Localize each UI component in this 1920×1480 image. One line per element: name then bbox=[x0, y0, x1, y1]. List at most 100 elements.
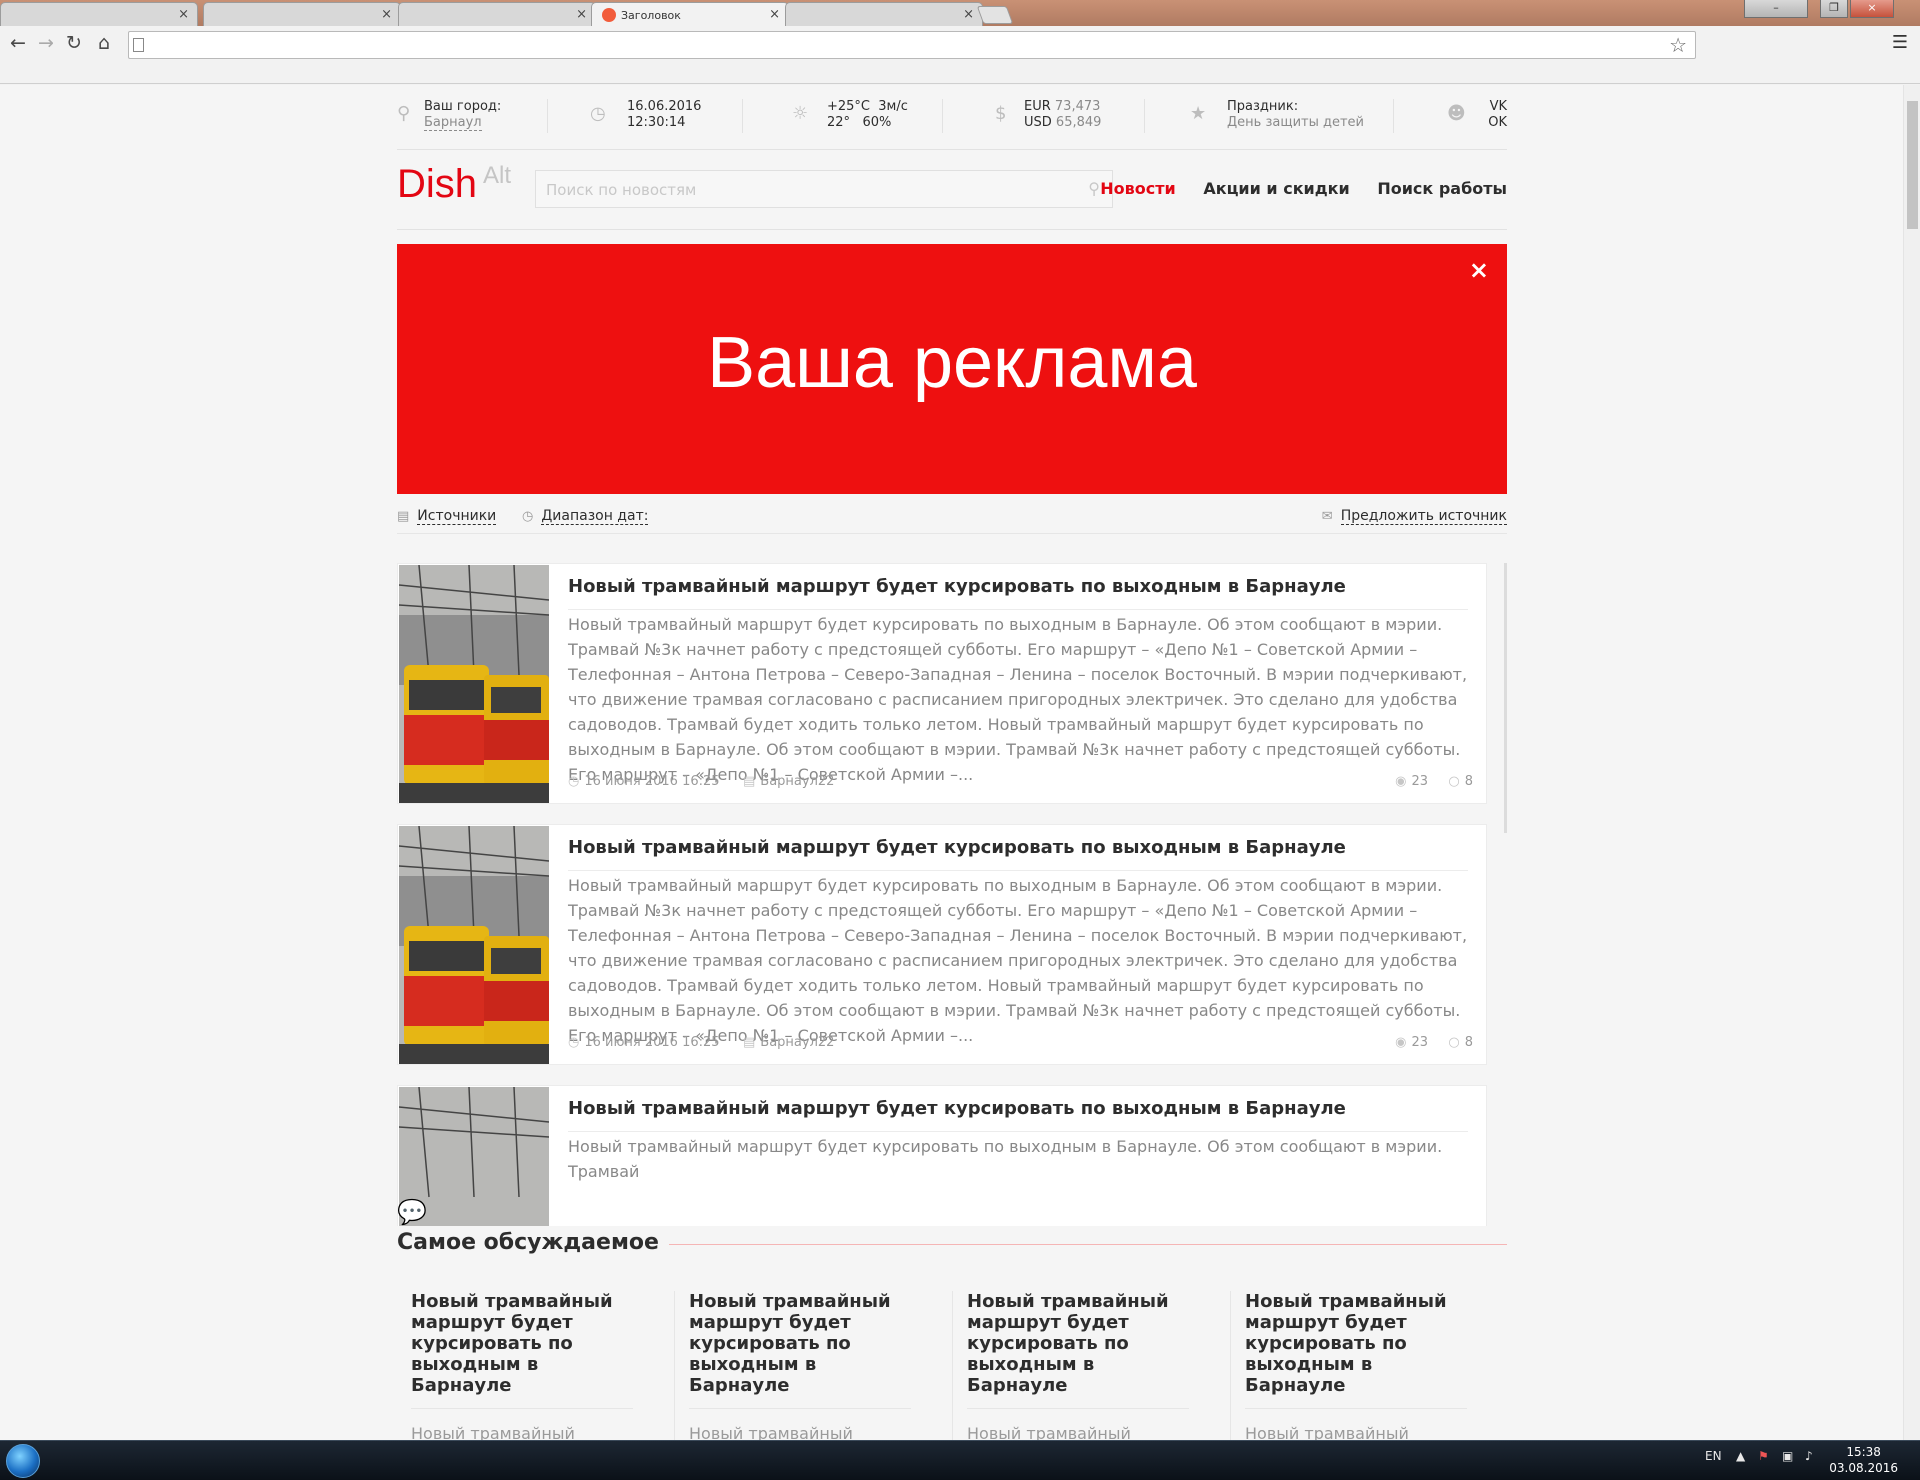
volume-icon[interactable]: ♪ bbox=[1805, 1449, 1813, 1463]
close-window-button[interactable]: × bbox=[1850, 0, 1894, 18]
star-icon: ★ bbox=[1190, 103, 1207, 124]
page-viewport: ⚲ Ваш город: Барнаул ◷ 16.06.2016 12:30:… bbox=[0, 85, 1903, 1440]
datetime-widget: 16.06.2016 12:30:14 bbox=[627, 99, 702, 130]
discussed-card[interactable]: Новый трамвайный маршрут будет курсирова… bbox=[675, 1291, 925, 1440]
browser-tab-active[interactable]: Заголовок × bbox=[591, 2, 789, 26]
tab-close-icon[interactable]: × bbox=[576, 7, 587, 22]
clock-icon: ◷ bbox=[522, 509, 534, 524]
site-header: Dish Alt Поиск по новостям ⚲ Новости Акци… bbox=[397, 150, 1507, 230]
browser-tab[interactable]: × bbox=[203, 2, 401, 26]
network-icon[interactable]: ▣ bbox=[1782, 1449, 1793, 1463]
scrollbar-thumb[interactable] bbox=[1907, 101, 1918, 229]
discussed-card[interactable]: Новый трамвайный маршрут будет курсирова… bbox=[1231, 1291, 1481, 1440]
divider bbox=[742, 99, 743, 133]
discussed-title[interactable]: Новый трамвайный маршрут будет курсирова… bbox=[411, 1291, 633, 1409]
discussed-excerpt: Новый трамвайный маршрут будет курсирова… bbox=[411, 1424, 575, 1440]
feed-filters: ▤ Источники ◷ Диапазон дат: ✉ Предложить ис… bbox=[397, 502, 1507, 534]
address-bar[interactable]: ☆ bbox=[128, 31, 1696, 59]
news-thumbnail[interactable] bbox=[399, 826, 549, 1064]
section-title: Самое обсуждаемое bbox=[397, 1230, 669, 1255]
news-excerpt: Новый трамвайный маршрут будет курсирова… bbox=[568, 1137, 1443, 1181]
browser-tab[interactable]: × bbox=[785, 2, 983, 26]
comment-icon: ✉ bbox=[1321, 509, 1333, 524]
tab-close-icon[interactable]: × bbox=[178, 7, 189, 22]
discussed-title[interactable]: Новый трамвайный маршрут будет курсирова… bbox=[689, 1291, 911, 1409]
favicon-icon bbox=[602, 8, 616, 22]
sources-filter[interactable]: ▤ Источники bbox=[397, 508, 497, 525]
home-icon[interactable]: ⌂ bbox=[92, 32, 116, 54]
page-scrollbar[interactable] bbox=[1903, 85, 1920, 1440]
comment-icon: ○ bbox=[1448, 1035, 1460, 1050]
reload-icon[interactable]: ↻ bbox=[62, 32, 86, 54]
news-title[interactable]: Новый трамвайный маршрут будет курсирова… bbox=[568, 837, 1468, 871]
chat-bubble-icon: 💬 bbox=[397, 1198, 427, 1226]
news-card[interactable]: Новый трамвайный маршрут будет курсирова… bbox=[397, 824, 1487, 1065]
discussed-title[interactable]: Новый трамвайный маршрут будет курсирова… bbox=[1245, 1291, 1467, 1409]
tram-photo bbox=[399, 565, 549, 803]
news-search-input[interactable]: Поиск по новостям ⚲ bbox=[535, 170, 1113, 208]
comment-icon: ○ bbox=[1448, 774, 1460, 789]
ad-banner[interactable]: Ваша реклама × bbox=[397, 244, 1507, 494]
page-icon bbox=[133, 38, 144, 52]
start-button[interactable] bbox=[6, 1444, 40, 1478]
back-icon[interactable]: ← bbox=[6, 32, 30, 54]
discussed-excerpt: Новый трамвайный маршрут будет курсирова… bbox=[967, 1424, 1131, 1440]
system-clock[interactable]: 15:38 03.08.2016 bbox=[1829, 1444, 1898, 1476]
discussed-excerpt: Новый трамвайный маршрут будет курсирова… bbox=[689, 1424, 853, 1440]
tray-arrow-icon[interactable]: ▲ bbox=[1736, 1449, 1745, 1463]
users-icon: ☻ bbox=[1447, 103, 1466, 124]
tram-photo bbox=[399, 826, 549, 1064]
date-range-filter[interactable]: ◷ Диапазон дат: bbox=[522, 508, 649, 525]
location-pin-icon: ⚲ bbox=[397, 103, 411, 124]
nav-item-promotions[interactable]: Акции и скидки bbox=[1203, 179, 1349, 198]
os-taskbar: EN ▲ ⚑ ▣ ♪ 15:38 03.08.2016 bbox=[0, 1440, 1920, 1480]
bookmark-star-icon[interactable]: ☆ bbox=[1669, 33, 1687, 57]
new-tab-button[interactable] bbox=[976, 6, 1014, 24]
tab-close-icon[interactable]: × bbox=[381, 7, 392, 22]
flag-icon[interactable]: ⚑ bbox=[1758, 1449, 1769, 1463]
news-title[interactable]: Новый трамвайный маршрут будет курсирова… bbox=[568, 576, 1468, 610]
newspaper-icon: ▤ bbox=[743, 774, 756, 789]
vk-link[interactable]: VK bbox=[1488, 99, 1507, 115]
sun-icon: ☼ bbox=[792, 103, 809, 124]
language-indicator[interactable]: EN bbox=[1705, 1449, 1722, 1463]
tab-close-icon[interactable]: × bbox=[769, 7, 780, 22]
restore-button[interactable]: ❐ bbox=[1820, 0, 1848, 18]
browser-tab[interactable]: × bbox=[398, 2, 596, 26]
feed-scrollbar[interactable] bbox=[1504, 563, 1507, 833]
news-source-link[interactable]: Барнаул22 bbox=[760, 1035, 834, 1050]
discussed-excerpt: Новый трамвайный маршрут будет курсирова… bbox=[1245, 1424, 1409, 1440]
discussed-card[interactable]: Новый трамвайный маршрут будет курсирова… bbox=[397, 1291, 647, 1440]
news-source-link[interactable]: Барнаул22 bbox=[760, 774, 834, 789]
main-nav: Новости Акции и скидки Поиск работы bbox=[1078, 179, 1507, 198]
ok-link[interactable]: OK bbox=[1488, 115, 1507, 131]
close-icon[interactable]: × bbox=[1469, 256, 1489, 284]
divider bbox=[547, 99, 548, 133]
news-title[interactable]: Новый трамвайный маршрут будет курсирова… bbox=[568, 1098, 1468, 1132]
most-discussed-grid: Новый трамвайный маршрут будет курсирова… bbox=[397, 1291, 1507, 1440]
browser-tab-strip: × × × Заголовок × × – ❐ × bbox=[0, 0, 1920, 26]
browser-tab[interactable]: × bbox=[0, 2, 198, 26]
divider bbox=[942, 99, 943, 133]
most-discussed-header: 💬 Самое обсуждаемое bbox=[397, 1198, 1507, 1258]
suggest-source-link[interactable]: ✉ Предложить источник bbox=[1321, 508, 1507, 525]
site-logo[interactable]: Dish Alt bbox=[397, 162, 511, 207]
browser-menu-icon[interactable]: ☰ bbox=[1892, 32, 1908, 53]
tab-close-icon[interactable]: × bbox=[963, 7, 974, 22]
clock-icon: ◷ bbox=[590, 103, 606, 124]
news-excerpt: Новый трамвайный маршрут будет курсирова… bbox=[568, 615, 1468, 784]
forward-icon[interactable]: → bbox=[34, 32, 58, 54]
weather-widget: +25°C 3м/с 22° 60% bbox=[827, 99, 908, 130]
nav-item-news[interactable]: Новости bbox=[1100, 179, 1175, 198]
city-link[interactable]: Барнаул bbox=[424, 115, 482, 131]
news-card[interactable]: Новый трамвайный маршрут будет курсирова… bbox=[397, 563, 1487, 804]
newspaper-icon: ▤ bbox=[397, 509, 410, 524]
discussed-title[interactable]: Новый трамвайный маршрут будет курсирова… bbox=[967, 1291, 1189, 1409]
news-feed: Новый трамвайный маршрут будет курсирова… bbox=[397, 563, 1507, 1226]
discussed-card[interactable]: Новый трамвайный маршрут будет курсирова… bbox=[953, 1291, 1203, 1440]
minimize-button[interactable]: – bbox=[1744, 0, 1808, 18]
nav-item-jobs[interactable]: Поиск работы bbox=[1377, 179, 1507, 198]
ad-banner-text: Ваша реклама bbox=[707, 323, 1197, 403]
city-widget[interactable]: Ваш город: Барнаул bbox=[424, 99, 501, 131]
news-thumbnail[interactable] bbox=[399, 565, 549, 803]
